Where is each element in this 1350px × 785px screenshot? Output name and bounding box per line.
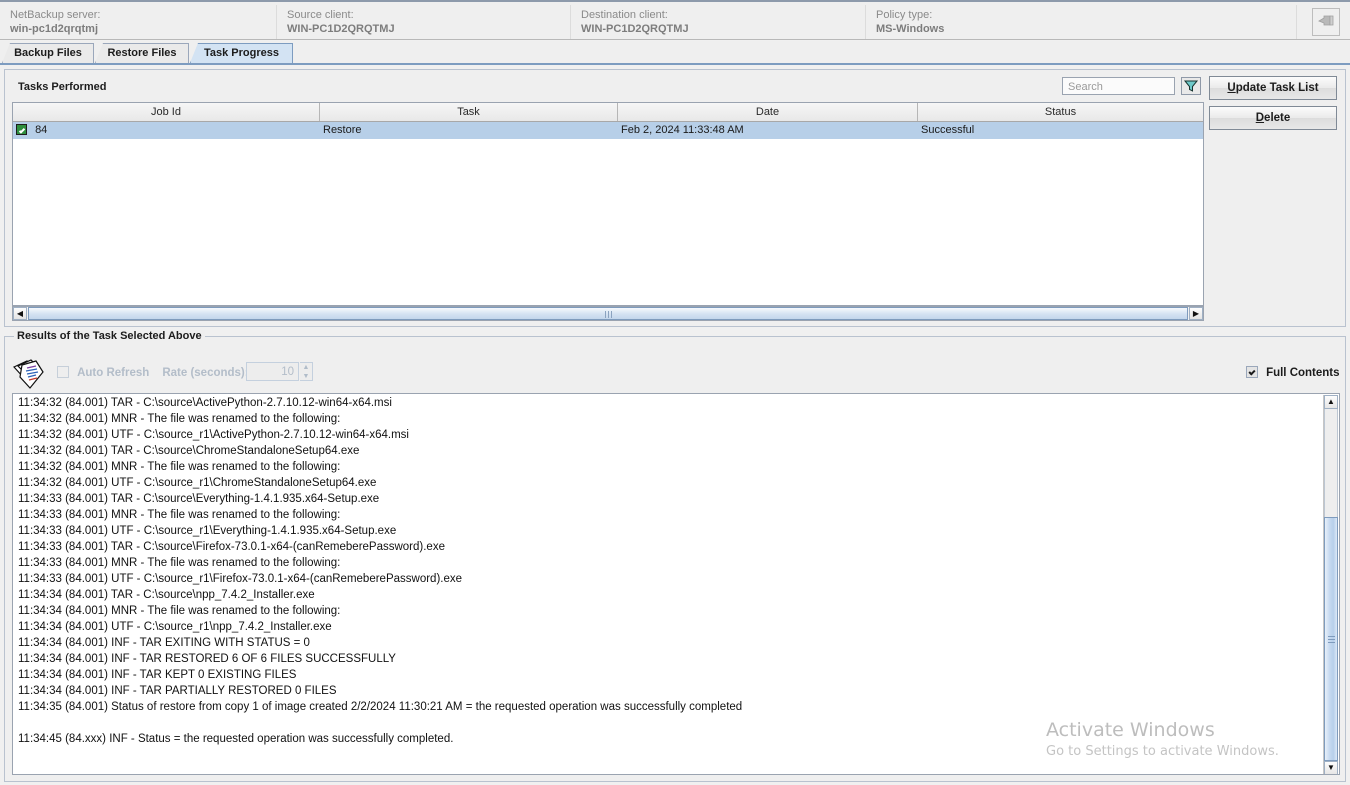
header-field-policy-type: Policy type: MS-Windows: [876, 8, 944, 36]
header-divider: [570, 5, 571, 39]
cell-task: Restore: [323, 124, 362, 136]
header-field-value: MS-Windows: [876, 23, 945, 35]
auto-refresh-label: Auto Refresh: [77, 367, 150, 379]
rate-label: Rate (seconds):: [162, 367, 249, 379]
delete-label: elete: [1264, 112, 1291, 124]
vscrollbar-grip: [1328, 639, 1335, 640]
cell-job-id-text: 84: [35, 124, 48, 136]
tab-label: Backup Files: [14, 47, 82, 59]
tasks-table[interactable]: Job Id Task Date Status 84 Restore Feb 2…: [12, 102, 1204, 306]
tab-backup-files[interactable]: Backup Files: [2, 43, 94, 63]
auto-refresh-control[interactable]: Auto Refresh Rate (seconds):: [57, 366, 249, 379]
pointer-hand-button[interactable]: [1312, 8, 1340, 36]
column-header-status[interactable]: Status: [918, 103, 1203, 121]
scroll-up-arrow-icon[interactable]: ▲: [1324, 395, 1338, 409]
auto-refresh-checkbox[interactable]: [57, 366, 69, 378]
funnel-filter-icon: [1182, 79, 1200, 93]
tab-restore-files[interactable]: Restore Files: [95, 43, 189, 63]
header-field-label: Policy type:: [876, 9, 933, 21]
header-field-netbackup-server: NetBackup server: win-pc1d2qrqtmj: [10, 8, 100, 36]
scroll-right-arrow-icon[interactable]: ▶: [1189, 307, 1203, 320]
cell-status: Successful: [921, 124, 975, 136]
delete-button[interactable]: Delete: [1209, 106, 1337, 130]
search-input[interactable]: [1066, 78, 1175, 96]
tasks-performed-panel: Tasks Performed Update Task List Delete …: [4, 69, 1346, 327]
header-divider: [1296, 5, 1297, 39]
tasks-table-hscrollbar[interactable]: ◀ ▶: [12, 306, 1204, 321]
results-panel: Results of the Task Selected Above Auto …: [4, 330, 1346, 782]
tasks-table-header: Job Id Task Date Status: [13, 103, 1203, 122]
header-field-value: WIN-PC1D2QRQTMJ: [287, 23, 395, 35]
log-text: 11:34:32 (84.001) TAR - C:\source\Active…: [18, 397, 743, 745]
cell-job-id[interactable]: 84: [13, 122, 320, 139]
tab-strip: Backup Files Restore Files Task Progress: [0, 41, 1350, 63]
documents-icon: [10, 358, 48, 392]
header-info-bar: NetBackup server: win-pc1d2qrqtmj Source…: [0, 0, 1350, 40]
vscrollbar-track[interactable]: [1324, 409, 1338, 517]
scroll-left-arrow-icon[interactable]: ◀: [13, 307, 27, 320]
filter-button[interactable]: [1181, 77, 1201, 95]
delete-mnemonic: D: [1255, 112, 1265, 124]
hscrollbar-thumb[interactable]: [28, 307, 1188, 320]
header-divider: [865, 5, 866, 39]
scroll-down-arrow-icon[interactable]: ▼: [1324, 761, 1338, 774]
column-header-task[interactable]: Task: [320, 103, 618, 121]
tasks-performed-title: Tasks Performed: [15, 81, 110, 93]
watermark-subtitle: Go to Settings to activate Windows.: [1046, 744, 1279, 759]
vscrollbar-thumb[interactable]: [1324, 517, 1338, 761]
header-field-source-client: Source client: WIN-PC1D2QRQTMJ: [287, 8, 395, 36]
full-contents-label: Full Contents: [1266, 367, 1340, 379]
full-contents-control[interactable]: Full Contents: [1246, 366, 1340, 379]
header-field-label: NetBackup server:: [10, 9, 101, 21]
update-task-list-button[interactable]: Update Task List: [1209, 76, 1337, 100]
log-vscrollbar[interactable]: ▲ ▼: [1323, 395, 1338, 774]
row-checkbox-icon[interactable]: [16, 124, 27, 135]
column-header-date[interactable]: Date: [618, 103, 918, 121]
header-field-value: WIN-PC1D2QRQTMJ: [581, 23, 689, 35]
full-contents-checkbox[interactable]: [1246, 366, 1258, 378]
hscrollbar-grip: [608, 311, 609, 318]
update-task-list-label: pdate Task List: [1235, 82, 1319, 94]
search-box[interactable]: [1062, 77, 1175, 96]
cell-date: Feb 2, 2024 11:33:48 AM: [621, 124, 744, 136]
rate-seconds-stepper[interactable]: ▲ ▼: [300, 362, 313, 381]
tab-label: Restore Files: [107, 47, 177, 59]
header-field-destination-client: Destination client: WIN-PC1D2QRQTMJ: [581, 8, 689, 36]
results-panel-title: Results of the Task Selected Above: [14, 330, 205, 342]
watermark-title: Activate Windows: [1046, 719, 1215, 741]
tab-task-progress[interactable]: Task Progress: [190, 43, 293, 63]
pointer-hand-icon: [1317, 14, 1335, 28]
column-header-job-id[interactable]: Job Id: [13, 103, 320, 121]
rate-seconds-field[interactable]: 10: [246, 362, 299, 381]
netbackup-restore-window: NetBackup server: win-pc1d2qrqtmj Source…: [0, 0, 1350, 785]
update-task-list-mnemonic: U: [1227, 82, 1236, 94]
tab-label: Task Progress: [203, 47, 279, 59]
header-field-value: win-pc1d2qrqtmj: [10, 23, 99, 35]
table-row[interactable]: 84 Restore Feb 2, 2024 11:33:48 AM Succe…: [13, 122, 1203, 139]
tab-underline: [0, 63, 1350, 65]
header-field-label: Source client:: [287, 9, 354, 21]
stepper-down-icon[interactable]: ▼: [300, 372, 312, 381]
stepper-up-icon[interactable]: ▲: [300, 363, 312, 372]
activate-windows-watermark: Activate Windows Go to Settings to activ…: [1046, 718, 1279, 762]
header-divider: [276, 5, 277, 39]
header-field-label: Destination client:: [581, 9, 668, 21]
